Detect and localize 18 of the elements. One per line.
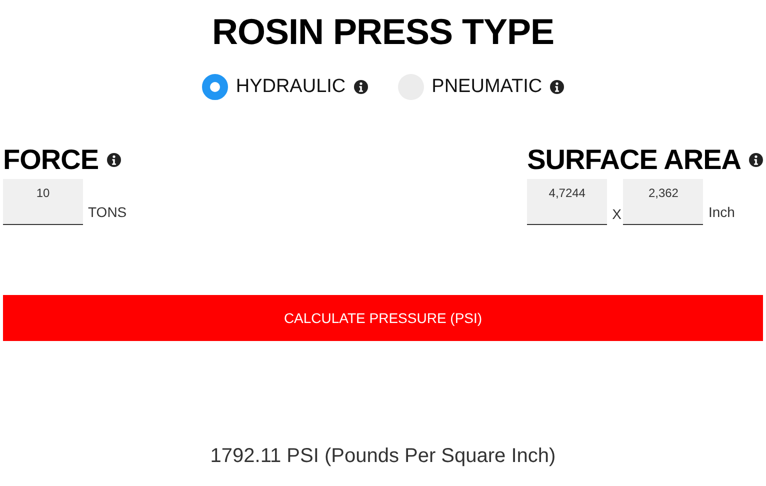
unit-label: TONS [88,204,127,222]
field-heading: FORCE [3,144,98,176]
input-field[interactable]: 2,362 [623,179,704,225]
info-icon[interactable] [354,80,368,94]
info-icon[interactable] [749,153,763,167]
input-field[interactable]: 10 [3,179,83,225]
radio-label[interactable]: PNEUMATIC [432,76,542,98]
radio-label[interactable]: HYDRAULIC [236,76,346,98]
radio-button[interactable] [202,74,228,100]
field-heading: SURFACE AREA [527,144,741,176]
multiply-sign: X [612,206,622,224]
info-icon[interactable] [550,80,564,94]
calculate-button[interactable]: CALCULATE PRESSURE (PSI) [3,295,763,341]
info-icon[interactable] [106,153,120,167]
page-title: ROSIN PRESS TYPE [212,10,554,54]
unit-label: Inch [708,204,735,222]
input-field[interactable]: 4,7244 [527,179,608,225]
result-text: 1792.11 PSI (Pounds Per Square Inch) [210,445,556,468]
